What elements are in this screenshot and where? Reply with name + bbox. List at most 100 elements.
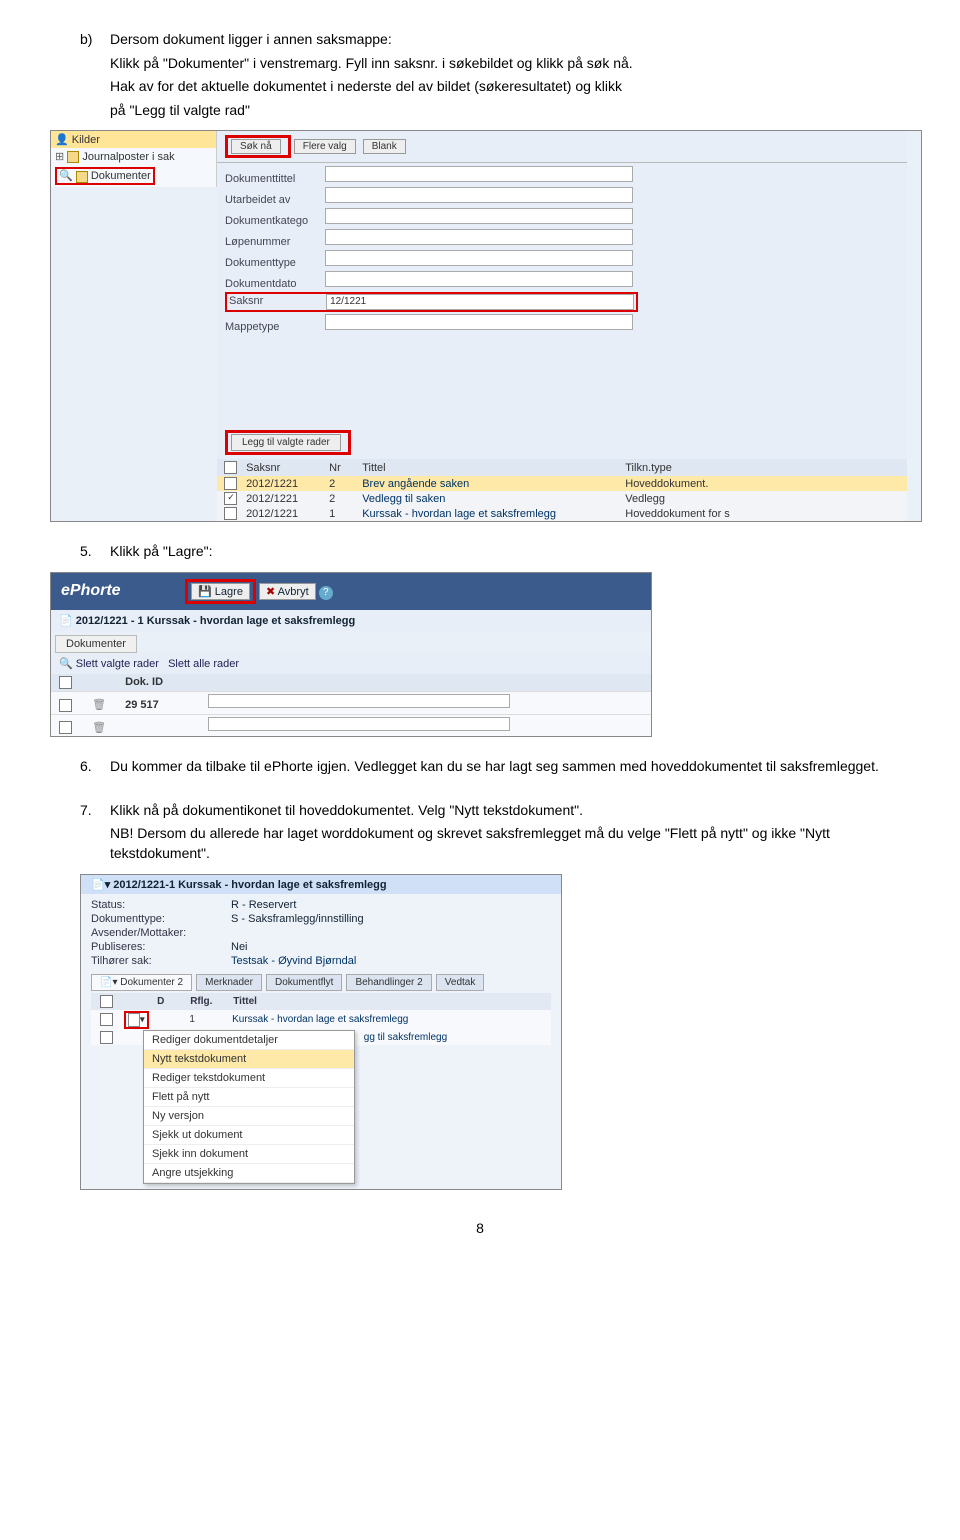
col-header: Tilkn.type: [625, 462, 825, 474]
tab-merknader[interactable]: Merknader: [196, 974, 262, 991]
menu-item[interactable]: Sjekk ut dokument: [144, 1126, 354, 1145]
step-text: Du kommer da tilbake til ePhorte igjen. …: [110, 758, 879, 774]
cancel-label: Avbryt: [278, 586, 309, 598]
paragraph: Klikk på "Dokumenter" i venstremarg. Fyl…: [110, 54, 910, 74]
tab-row: 📄▾ Dokumenter 2 Merknader Dokumentflyt B…: [91, 974, 551, 991]
delete-selected-link[interactable]: Slett valgte rader: [76, 658, 159, 670]
field-label: Saksnr: [229, 295, 323, 307]
result-row[interactable]: 2012/1221 1 Kurssak - hvordan lage et sa…: [217, 506, 907, 521]
folder-icon: [76, 171, 88, 183]
tab-dokumenter[interactable]: Dokumenter: [55, 635, 137, 653]
field-input[interactable]: [325, 229, 633, 245]
field-label: Dokumenttype:: [91, 913, 231, 925]
doc-row[interactable]: Rediger dokumentdetaljer Nytt tekstdokum…: [91, 1030, 551, 1045]
doc-id: 29 517: [125, 699, 205, 711]
cell: 1: [189, 1014, 229, 1025]
blank-button[interactable]: Blank: [363, 139, 406, 154]
trash-icon[interactable]: 🗑: [92, 721, 122, 734]
highlight-dokumenter: 🔍 Dokumenter: [55, 167, 155, 184]
doc-title-input[interactable]: [208, 694, 510, 708]
result-header: Saksnr Nr Tittel Tilkn.type: [217, 459, 907, 476]
result-row[interactable]: 2012/1221 2 Vedlegg til saken Vedlegg: [217, 491, 907, 506]
menu-item[interactable]: Angre utsjekking: [144, 1164, 354, 1183]
trash-icon[interactable]: 🗑: [92, 698, 122, 711]
field-value[interactable]: Testsak - Øyvind Bjørndal: [231, 955, 356, 967]
brand-label: ePhorte: [61, 582, 121, 599]
screenshot-docicon: 📄▾ 2012/1221-1 Kurssak - hvordan lage et…: [80, 874, 562, 1190]
add-selected-button[interactable]: Legg til valgte rader: [231, 434, 341, 451]
field-label: Utarbeidet av: [225, 194, 325, 206]
doc-row[interactable]: 🗑 29 517: [51, 691, 651, 714]
expand-icon[interactable]: ⊞: [55, 151, 64, 163]
case-header-text: 2012/1221-1 Kurssak - hvordan lage et sa…: [113, 879, 386, 891]
delete-all-link[interactable]: Slett alle rader: [168, 658, 239, 670]
tree-row[interactable]: ⊞ Journalposter i sak: [51, 148, 216, 165]
checkbox-all[interactable]: [224, 461, 237, 474]
field-input[interactable]: [325, 314, 633, 330]
case-title: 📄 2012/1221 - 1 Kurssak - hvordan lage e…: [51, 610, 651, 631]
menu-item[interactable]: Sjekk inn dokument: [144, 1145, 354, 1164]
tab-dokumentflyt[interactable]: Dokumentflyt: [266, 974, 342, 991]
menu-item[interactable]: Rediger dokumentdetaljer: [144, 1031, 354, 1050]
app-header: ePhorte 💾 Lagre ✖ Avbryt ?: [51, 573, 651, 610]
row-checkbox[interactable]: [100, 1013, 113, 1026]
more-button[interactable]: Flere valg: [294, 139, 356, 154]
checkbox-all[interactable]: [100, 995, 113, 1008]
field-input[interactable]: [325, 250, 633, 266]
tab-behandlinger[interactable]: Behandlinger 2: [346, 974, 431, 991]
menu-item[interactable]: Flett på nytt: [144, 1088, 354, 1107]
col-header: Saksnr: [246, 462, 326, 474]
page-number: 8: [50, 1220, 910, 1236]
search-now-button[interactable]: Søk nå: [231, 139, 281, 154]
step-7-nb: NB! Dersom du allerede har laget worddok…: [110, 824, 910, 863]
tab-dokumenter2[interactable]: 📄▾ Dokumenter 2: [91, 974, 192, 991]
field-label: Løpenummer: [225, 236, 325, 248]
field-label: Dokumentdato: [225, 278, 325, 290]
menu-item-nytt-tekstdokument[interactable]: Nytt tekstdokument: [144, 1050, 354, 1069]
help-icon[interactable]: ?: [319, 586, 333, 600]
document-icon[interactable]: [128, 1013, 140, 1027]
highlight-docicon: ▾: [124, 1011, 149, 1029]
field-value: Nei: [231, 941, 248, 953]
field-value: S - Saksframlegg/innstilling: [231, 913, 364, 925]
paragraph: på "Legg til valgte rad": [110, 101, 910, 121]
highlight-lagre: 💾 Lagre: [185, 579, 256, 604]
row-checkbox[interactable]: [224, 492, 237, 505]
field-input[interactable]: [325, 187, 633, 203]
cell: 2012/1221: [246, 478, 326, 490]
highlight-soknaa: Søk nå: [225, 135, 291, 158]
screenshot-search: 👤 Kilder ⊞ Journalposter i sak 🔍 Dokumen…: [50, 130, 922, 522]
save-button[interactable]: 💾 Lagre: [191, 583, 250, 600]
result-row[interactable]: 2012/1221 2 Brev angående saken Hoveddok…: [217, 476, 907, 491]
tab-vedtak[interactable]: Vedtak: [436, 974, 485, 991]
tree-row[interactable]: 🔍 Dokumenter: [51, 165, 216, 186]
field-input[interactable]: [325, 166, 633, 182]
row-checkbox[interactable]: [224, 507, 237, 520]
field-input[interactable]: [325, 271, 633, 287]
doc-row[interactable]: 🗑: [51, 714, 651, 737]
field-input[interactable]: [325, 208, 633, 224]
row-checkbox[interactable]: [59, 699, 72, 712]
step-5: 5. Klikk på "Lagre":: [110, 542, 910, 562]
step-text: Klikk på "Lagre":: [110, 543, 213, 559]
case-header: 📄▾ 2012/1221-1 Kurssak - hvordan lage et…: [81, 875, 561, 894]
doc-row[interactable]: ▾ 1 Kurssak - hvordan lage et saksfremle…: [91, 1010, 551, 1030]
search-right-panel: Søk nå Flere valg Blank Dokumenttittel U…: [217, 131, 907, 521]
col-header: Dok. ID: [125, 676, 205, 688]
saksnr-input[interactable]: 12/1221: [326, 294, 634, 310]
step-number: 6.: [80, 757, 92, 777]
col-header: Tittel: [362, 462, 622, 474]
step-6: 6. Du kommer da tilbake til ePhorte igje…: [110, 757, 910, 777]
menu-icon: 📄▾: [100, 977, 117, 988]
doc-title-input[interactable]: [208, 717, 510, 731]
row-checkbox[interactable]: [100, 1031, 113, 1044]
checkbox-all[interactable]: [59, 676, 72, 689]
row-checkbox[interactable]: [224, 477, 237, 490]
cancel-button[interactable]: ✖ Avbryt: [259, 583, 316, 600]
menu-item[interactable]: Rediger tekstdokument: [144, 1069, 354, 1088]
form-gap: [217, 336, 907, 426]
menu-item[interactable]: Ny versjon: [144, 1107, 354, 1126]
cell: Vedlegg: [625, 493, 825, 505]
field-label: Mappetype: [225, 321, 325, 333]
row-checkbox[interactable]: [59, 721, 72, 734]
